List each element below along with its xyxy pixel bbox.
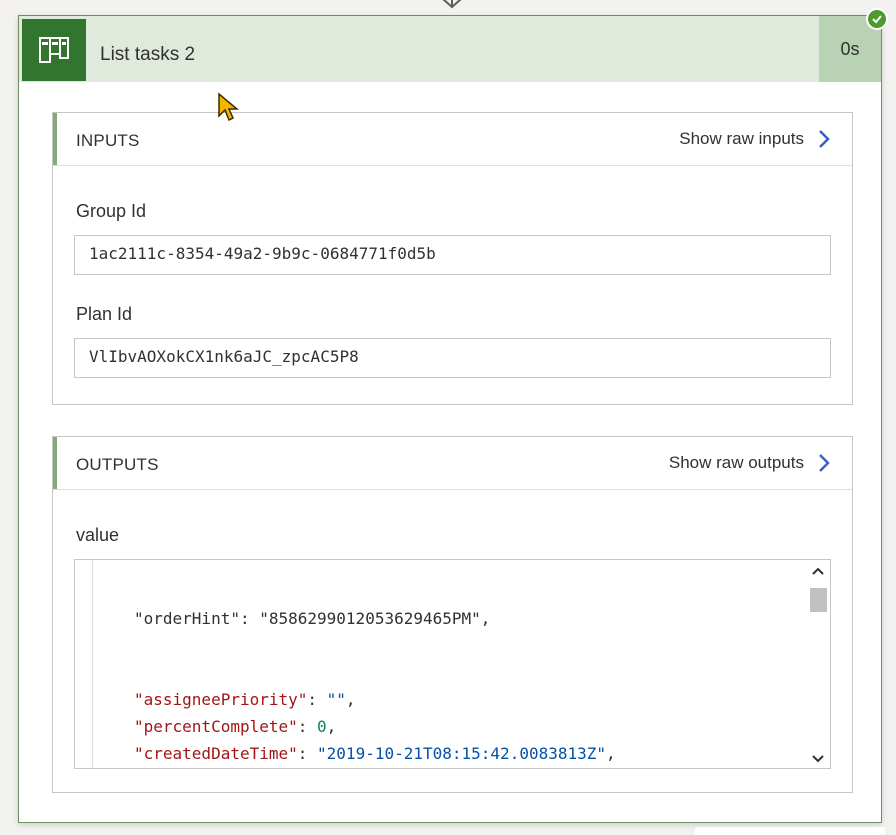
planner-icon bbox=[22, 19, 86, 81]
code-line: "percentComplete": 0, bbox=[134, 717, 337, 736]
group-id-label: Group Id bbox=[76, 201, 147, 221]
outputs-label: OUTPUTS bbox=[76, 455, 159, 474]
bottom-edge bbox=[695, 827, 885, 835]
show-raw-inputs-link[interactable]: Show raw inputs bbox=[679, 125, 830, 153]
json-code: "orderHint": "8586299012053629465PM", "a… bbox=[134, 560, 616, 768]
chevron-right-icon bbox=[819, 130, 830, 148]
json-value: 0 bbox=[317, 717, 327, 736]
code-line: "assigneePriority": "", bbox=[134, 690, 356, 709]
mouse-cursor-icon bbox=[218, 92, 239, 122]
code-line: "createdDateTime": "2019-10-21T08:15:42.… bbox=[134, 744, 616, 763]
connector-arrow-icon bbox=[442, 0, 462, 9]
code-line-partial: "orderHint": "8586299012053629465PM", bbox=[134, 609, 491, 628]
vertical-scrollbar[interactable] bbox=[807, 560, 829, 768]
json-value: "2019-10-21T08:15:42.0083813Z" bbox=[317, 744, 607, 763]
action-card: List tasks 2 0s INPUTS Show raw inputs G… bbox=[18, 15, 882, 823]
code-line: "hasDescription": false, bbox=[134, 767, 616, 768]
json-value: "" bbox=[326, 690, 346, 709]
show-raw-outputs-label: Show raw outputs bbox=[668, 453, 804, 472]
plan-id-value[interactable]: VlIbvAOXokCX1nk6aJC_zpcAC5P8 bbox=[74, 338, 831, 378]
outputs-section: OUTPUTS Show raw outputs value "orderHin… bbox=[52, 436, 853, 793]
scroll-down-icon[interactable] bbox=[810, 752, 826, 766]
action-header[interactable]: List tasks 2 0s bbox=[19, 16, 881, 82]
code-gutter bbox=[92, 560, 93, 768]
show-raw-outputs-link[interactable]: Show raw outputs bbox=[669, 449, 830, 477]
inputs-section: INPUTS Show raw inputs Group Id 1ac2111c… bbox=[52, 112, 853, 405]
json-key: "assigneePriority" bbox=[134, 690, 308, 709]
json-key: "percentComplete" bbox=[134, 717, 298, 736]
json-key: "createdDateTime" bbox=[134, 744, 298, 763]
value-label: value bbox=[76, 525, 120, 545]
json-output-viewer[interactable]: "orderHint": "8586299012053629465PM", "a… bbox=[74, 559, 831, 769]
plan-id-label: Plan Id bbox=[76, 304, 133, 324]
scroll-thumb[interactable] bbox=[810, 588, 827, 612]
inputs-header: INPUTS Show raw inputs bbox=[53, 113, 852, 166]
show-raw-inputs-label: Show raw inputs bbox=[679, 129, 804, 148]
chevron-right-icon bbox=[819, 454, 830, 472]
outputs-header: OUTPUTS Show raw outputs bbox=[53, 437, 852, 490]
group-id-value[interactable]: 1ac2111c-8354-49a2-9b9c-0684771f0d5b bbox=[74, 235, 831, 275]
action-title: List tasks 2 bbox=[100, 44, 196, 65]
inputs-label: INPUTS bbox=[76, 131, 140, 150]
scroll-up-icon[interactable] bbox=[810, 564, 826, 578]
success-check-icon bbox=[866, 8, 888, 30]
